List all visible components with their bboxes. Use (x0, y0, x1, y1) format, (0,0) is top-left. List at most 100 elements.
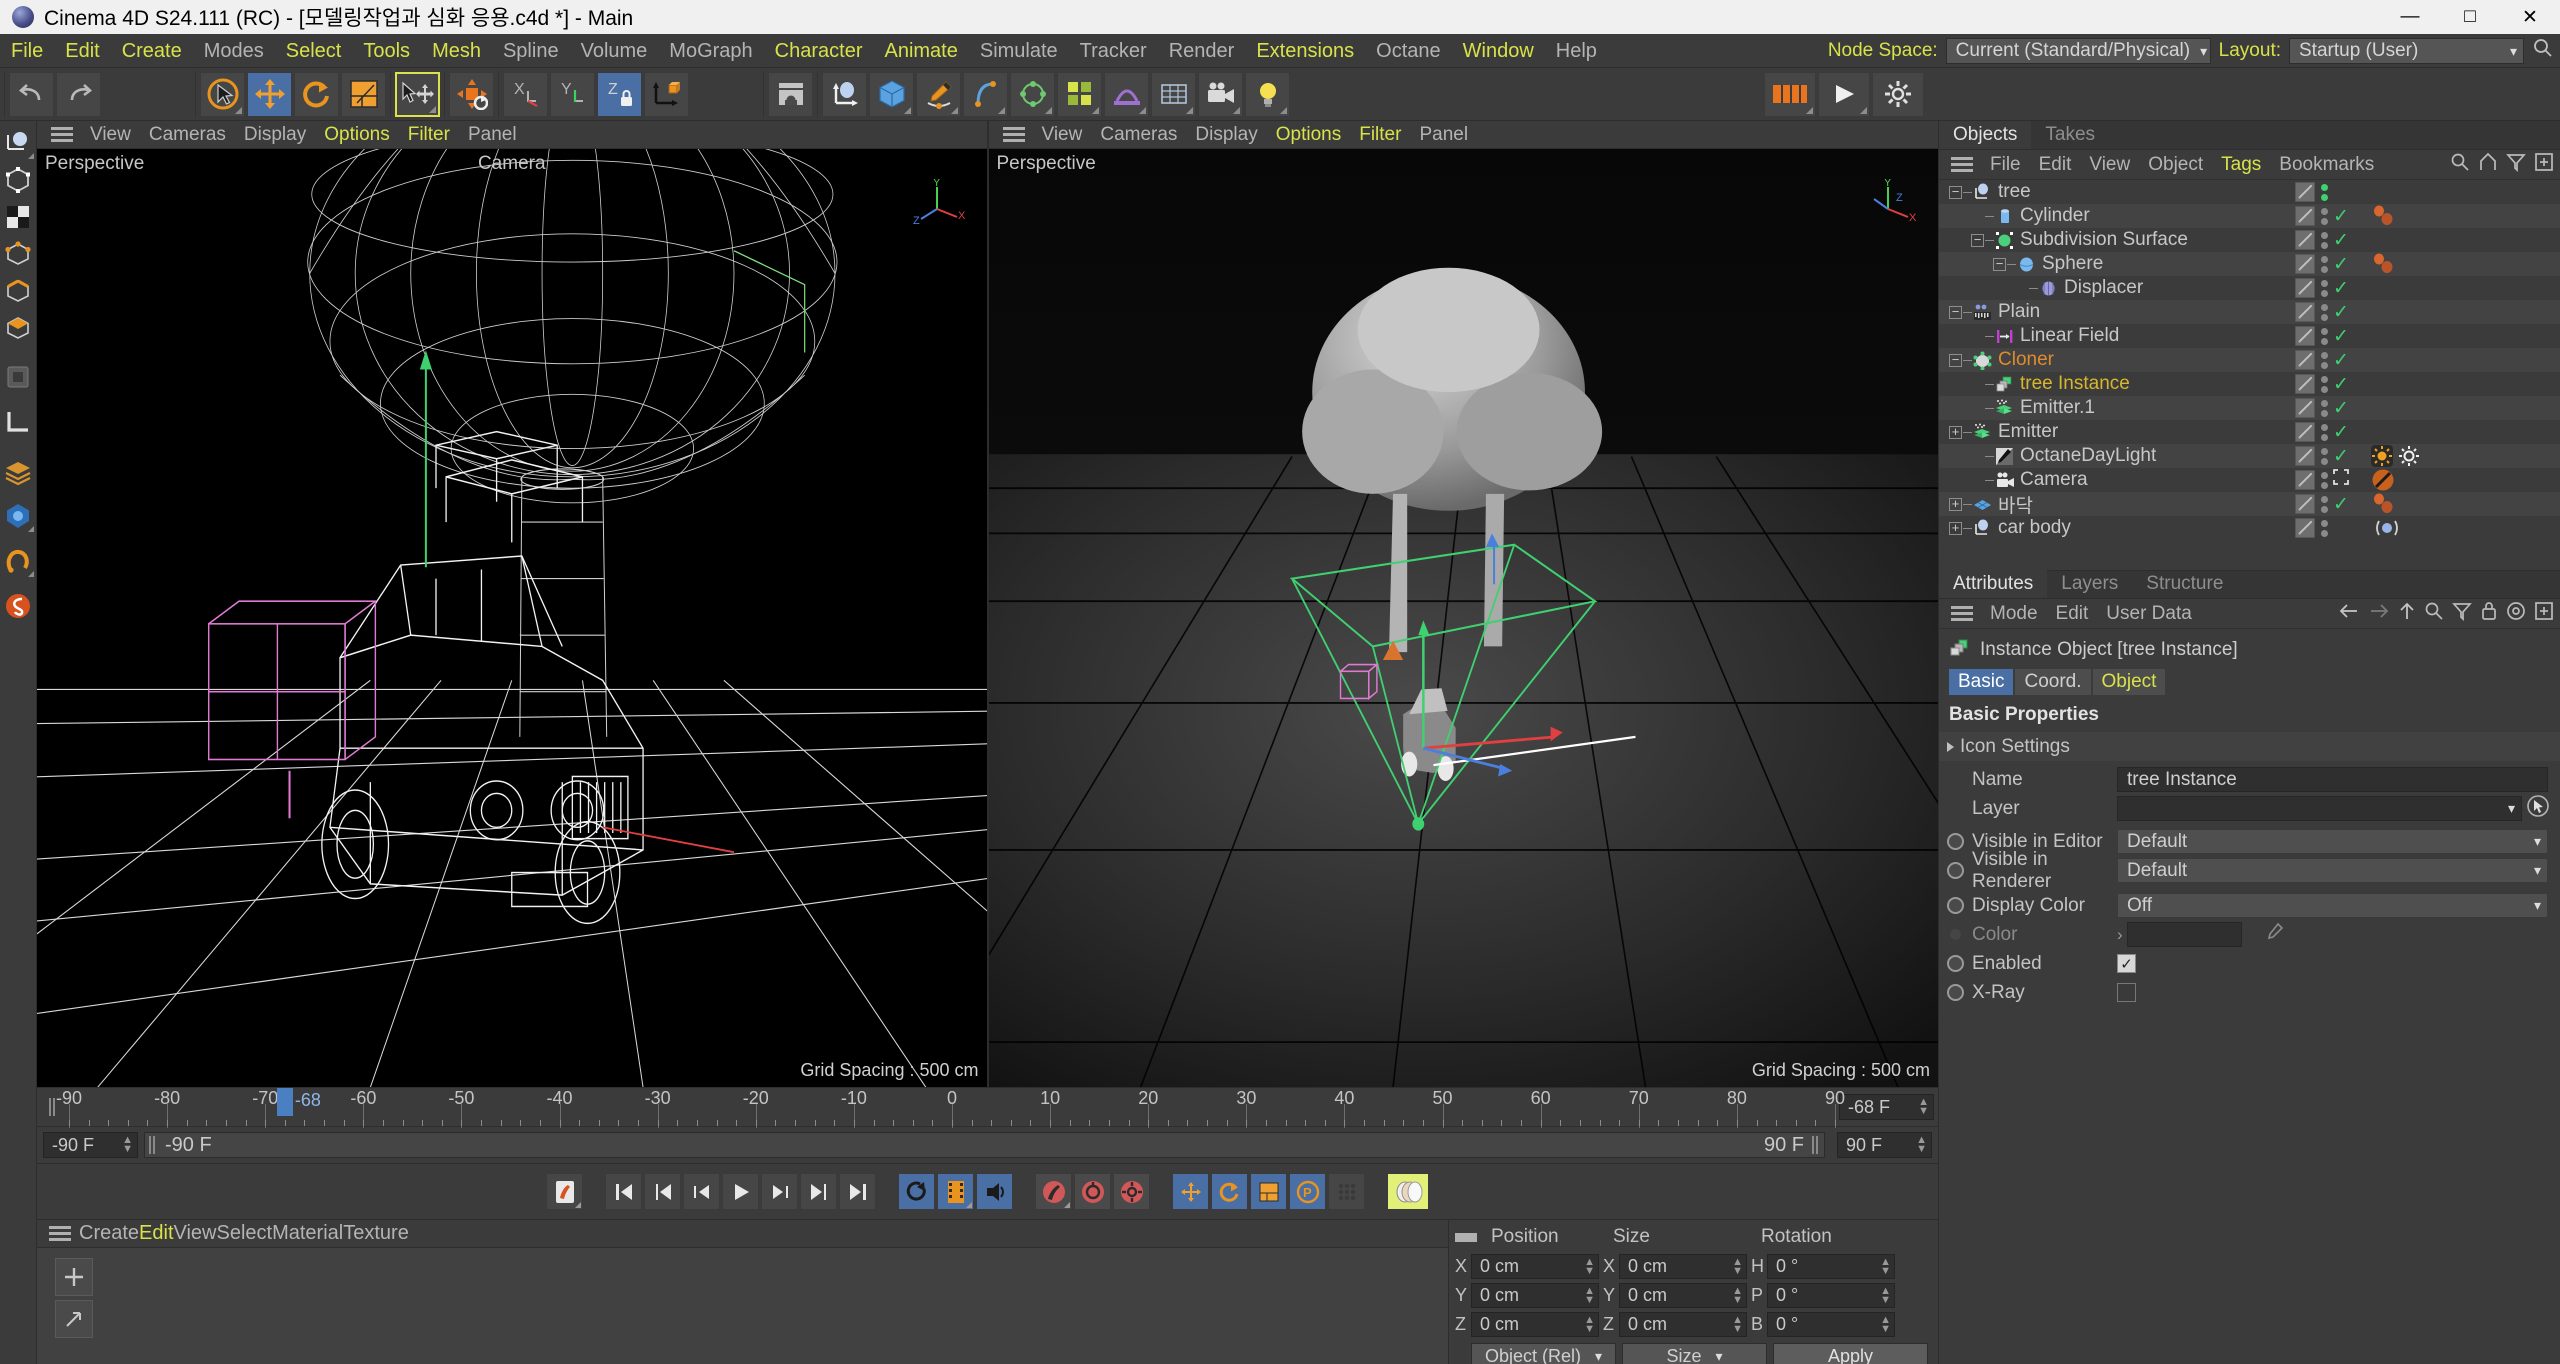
material-menu-create[interactable]: Create (79, 1222, 139, 1245)
tree-expander[interactable]: + (1949, 425, 1962, 439)
eyedropper-icon[interactable] (2264, 922, 2284, 948)
record-keyframe-button[interactable] (546, 1173, 583, 1211)
visible-editor-select[interactable]: Default ▾ (2117, 829, 2548, 854)
tree-expander[interactable]: − (1993, 257, 2006, 271)
menu-animate[interactable]: Animate (873, 34, 968, 68)
nurbs-button[interactable] (963, 71, 1008, 117)
attr-tab-basic[interactable]: Basic (1949, 669, 2014, 695)
visibility-tag-icon[interactable] (2295, 278, 2315, 298)
record-scale-button[interactable] (1250, 1173, 1287, 1211)
preview-range-bar[interactable]: -90 F 90 F (144, 1132, 1825, 1159)
object-tag-area[interactable]: ✓ (2295, 229, 2349, 252)
viewport-menu-icon[interactable] (995, 127, 1033, 142)
object-tree-row[interactable]: − Sphere ✓ (1939, 252, 2560, 276)
snap-button[interactable] (2, 500, 34, 532)
lock-icon[interactable] (2480, 601, 2498, 627)
object-tag-area[interactable]: ✓ (2295, 277, 2349, 300)
layout-select[interactable]: Startup (User) ▾ (2289, 38, 2524, 64)
material-menu-material[interactable]: Material (272, 1222, 343, 1245)
octane-render-button[interactable] (2, 590, 34, 622)
close-button[interactable]: ✕ (2500, 0, 2560, 34)
viewport-menu-icon[interactable] (43, 127, 81, 142)
objects-menu-view[interactable]: View (2080, 150, 2139, 180)
deformer-button[interactable] (1104, 71, 1149, 117)
menu-window[interactable]: Window (1452, 34, 1545, 68)
visibility-dots-icon[interactable] (2321, 255, 2328, 273)
sound-button[interactable] (976, 1173, 1013, 1211)
step-back-button[interactable] (683, 1173, 720, 1211)
visibility-tag-icon[interactable] (2295, 302, 2315, 322)
object-tag-area[interactable]: ✓ (2295, 397, 2349, 420)
vp-left-menu-panel[interactable]: Panel (459, 121, 526, 149)
y-axis-lock-button[interactable]: Y (550, 71, 595, 117)
visibility-dots-icon[interactable] (2321, 399, 2328, 417)
search-icon[interactable] (2532, 37, 2554, 65)
visibility-dots-icon[interactable] (2321, 519, 2328, 537)
object-tree-row[interactable]: Emitter.1 ✓ (1939, 396, 2560, 420)
size-y-input[interactable]: 0 cm ▲ ▼ (1619, 1283, 1747, 1308)
keyframe-position-button[interactable] (1074, 1173, 1111, 1211)
display-color-select[interactable]: Off ▾ (2117, 893, 2548, 918)
color-expand-icon[interactable]: › (2117, 925, 2123, 945)
spinner-icon[interactable]: ▲ ▼ (1916, 1135, 1927, 1155)
rotation-b-input[interactable]: 0 ° ▲ ▼ (1767, 1312, 1895, 1337)
xray-checkbox[interactable] (2117, 983, 2136, 1002)
search-icon[interactable] (2424, 601, 2444, 627)
tree-expander[interactable]: + (1949, 521, 1962, 535)
xray-radio[interactable] (1947, 984, 1964, 1001)
visibility-tag-icon[interactable] (2295, 422, 2315, 442)
visibility-tag-icon[interactable] (2295, 326, 2315, 346)
menu-select[interactable]: Select (275, 34, 353, 68)
tab-structure[interactable]: Structure (2132, 569, 2237, 598)
visibility-tag-icon[interactable] (2295, 182, 2315, 202)
material-add-slot[interactable] (55, 1258, 93, 1296)
move-tool-button[interactable] (247, 71, 292, 117)
spinner-icon[interactable]: ▲ ▼ (1918, 1097, 1929, 1117)
spline-pen-button[interactable] (916, 71, 961, 117)
objects-menu-file[interactable]: File (1981, 150, 2030, 180)
visibility-tag-icon[interactable] (2295, 350, 2315, 370)
visibility-tag-icon[interactable] (2295, 206, 2315, 226)
object-material-tags[interactable] (2371, 205, 2405, 227)
rotate-tool-button[interactable] (294, 71, 339, 117)
preview-start-field[interactable]: -90 F ▲ ▼ (43, 1132, 138, 1159)
record-pla-button[interactable]: P (1289, 1173, 1326, 1211)
array-button[interactable] (1010, 71, 1055, 117)
cube-primitive-button[interactable] (869, 71, 914, 117)
object-tag-area[interactable]: ✓ (2295, 349, 2349, 372)
x-axis-lock-button[interactable]: X (503, 71, 548, 117)
texture-mode-button[interactable] (2, 201, 34, 233)
goto-start-button[interactable] (605, 1173, 642, 1211)
menu-help[interactable]: Help (1545, 34, 1608, 68)
vp-left-menu-options[interactable]: Options (315, 121, 398, 149)
visibility-dots-icon[interactable] (2321, 447, 2328, 465)
render-view-button[interactable] (768, 71, 813, 117)
object-mode-button[interactable] (2, 164, 34, 196)
viewport-left-canvas[interactable]: Perspective Camera Grid Spacing : 500 cm (37, 149, 987, 1088)
object-tag-area[interactable]: ✓ (2295, 493, 2349, 516)
objects-menu-icon[interactable] (1943, 157, 1981, 172)
menu-simulate[interactable]: Simulate (969, 34, 1069, 68)
current-frame-field[interactable]: -68 F ▲ ▼ (1839, 1094, 1934, 1121)
record-points-button[interactable] (1328, 1173, 1365, 1211)
object-tree-row[interactable]: + car body (1939, 516, 2560, 540)
viewport-right-canvas[interactable]: Perspective Grid Spacing : 500 cm Y X Z (988, 149, 1938, 1088)
object-tag-area[interactable]: ✓ (2295, 373, 2349, 396)
visible-editor-radio[interactable] (1947, 833, 1964, 850)
visibility-tag-icon[interactable] (2295, 470, 2315, 490)
menu-modes[interactable]: Modes (193, 34, 275, 68)
move-active-tool-button[interactable] (395, 71, 440, 117)
timeline-track[interactable]: -90 -80 -70 -60 -50 -40 -30 -20 -10 0 10 20 30 40 50 60… (56, 1088, 1845, 1129)
loop-button[interactable] (898, 1173, 935, 1211)
render-to-pv-button[interactable] (1818, 71, 1870, 117)
up-arrow-icon[interactable] (2398, 601, 2416, 627)
menu-edit[interactable]: Edit (54, 34, 110, 68)
object-tree-row[interactable]: − Subdivision Surface ✓ (1939, 228, 2560, 252)
menu-tracker[interactable]: Tracker (1069, 34, 1158, 68)
record-rotation-button[interactable] (1211, 1173, 1248, 1211)
filter-icon[interactable] (2452, 601, 2472, 627)
attr-tab-object[interactable]: Object (2092, 669, 2166, 695)
object-tree-row[interactable]: Camera (1939, 468, 2560, 492)
record-position-button[interactable] (1172, 1173, 1209, 1211)
visibility-tag-icon[interactable] (2295, 446, 2315, 466)
